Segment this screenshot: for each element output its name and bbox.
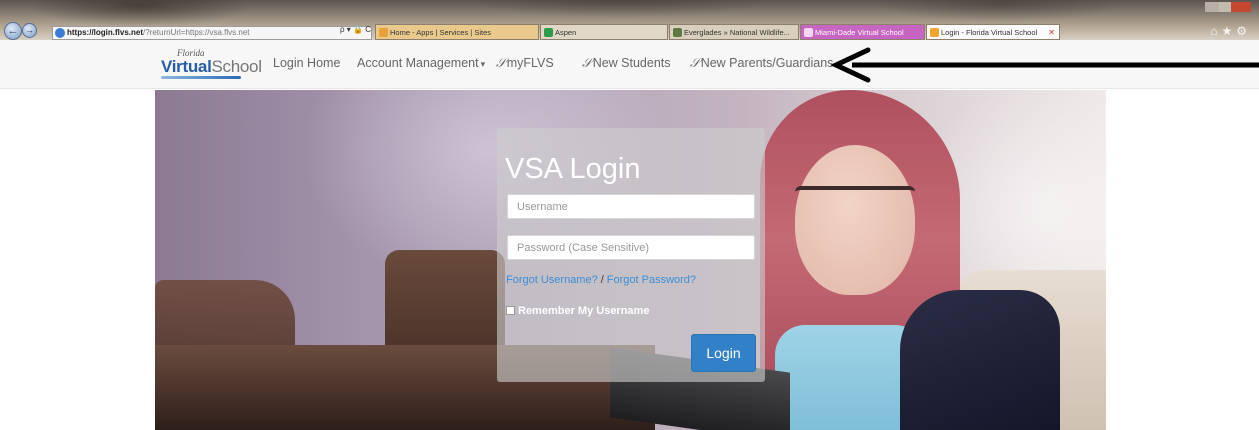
logo-wordmark: VirtualSchool [161,57,262,77]
address-bar[interactable]: https://login.flvs.net/?returnUrl=https:… [52,26,372,40]
remember-username[interactable]: Remember My Username [506,305,649,317]
hero-person-jacket [900,290,1060,430]
tab-favicon-icon [544,28,553,37]
forgot-separator: / [600,274,604,286]
forward-button[interactable]: → [22,23,37,38]
tab-close-icon[interactable]: ✕ [1048,25,1055,39]
logo-school-text: School [211,57,262,76]
hero-person-glasses [795,186,915,212]
browser-tab-active[interactable]: Login - Florida Virtual School ✕ [926,24,1060,40]
browser-toolbar-icons[interactable]: ⌂★⚙ [1210,24,1251,38]
caret-down-icon: ▾ [480,59,486,69]
nav-myflvs[interactable]: 𝒮myFLVS [496,56,554,71]
browser-tab[interactable]: Aspen [540,24,668,40]
nav-new-parents[interactable]: 𝒮New Parents/Guardians [690,56,833,71]
tab-label: Miami-Dade Virtual School [815,28,904,37]
nav-login-home[interactable]: Login Home [273,56,340,70]
maximize-button[interactable] [1219,2,1231,12]
forgot-password-link[interactable]: Forgot Password? [607,274,696,286]
address-path: /?returnUrl=https://vsa.flvs.net [143,28,250,37]
tab-label: Aspen [555,28,577,37]
back-button[interactable]: ← [4,22,22,40]
browser-tab[interactable]: Miami-Dade Virtual School [800,24,925,40]
tab-favicon-icon [804,28,813,37]
logo-swoosh [161,76,241,79]
remember-label: Remember My Username [518,305,650,317]
nav-login-home-label: Login Home [273,56,341,70]
external-link-icon: 𝒮 [496,56,506,70]
window-controls [1205,2,1253,13]
username-input[interactable] [507,194,755,219]
flvs-logo[interactable]: Florida VirtualSchool [161,48,262,82]
hero-person-face [795,145,915,295]
nav-new-students[interactable]: 𝒮New Students [582,56,671,71]
nav-new-parents-label: New Parents/Guardians [700,56,834,70]
tab-favicon-icon [379,28,388,37]
nav-account-management[interactable]: Account Management ▾ [357,56,485,70]
password-input[interactable] [507,235,755,260]
browser-tab[interactable]: Home - Apps | Services | Sites [375,24,539,40]
forgot-links: Forgot Username? / Forgot Password? [506,274,696,286]
tab-label: Home - Apps | Services | Sites [390,28,492,37]
browser-chrome: ← → https://login.flvs.net/?returnUrl=ht… [0,0,1259,40]
logo-virtual-text: Virtual [161,57,212,76]
login-title: VSA Login [505,153,641,185]
tab-label: Login - Florida Virtual School [941,28,1038,37]
annotation-arrow-icon [830,47,1259,83]
remember-checkbox[interactable] [506,306,515,315]
forgot-username-link[interactable]: Forgot Username? [506,274,598,286]
address-host: https://login.flvs.net [67,28,143,37]
tab-label: Everglades » National Wildlife... [684,28,790,37]
nav-account-label: Account Management [357,56,479,70]
tab-favicon-icon [673,28,682,37]
address-tools[interactable]: ρ ▾ 🔒 C [340,25,371,34]
tab-favicon-icon [930,28,939,37]
external-link-icon: 𝒮 [690,56,700,70]
login-panel: VSA Login Forgot Username?/Forgot Passwo… [497,128,765,382]
login-button[interactable]: Login [691,334,756,372]
minimize-button[interactable] [1205,2,1219,12]
nav-new-students-label: New Students [592,56,671,70]
site-favicon-icon [55,28,65,38]
close-window-button[interactable] [1231,2,1251,12]
browser-tab[interactable]: Everglades » National Wildlife... [669,24,799,40]
nav-myflvs-label: myFLVS [506,56,554,70]
external-link-icon: 𝒮 [582,56,592,70]
